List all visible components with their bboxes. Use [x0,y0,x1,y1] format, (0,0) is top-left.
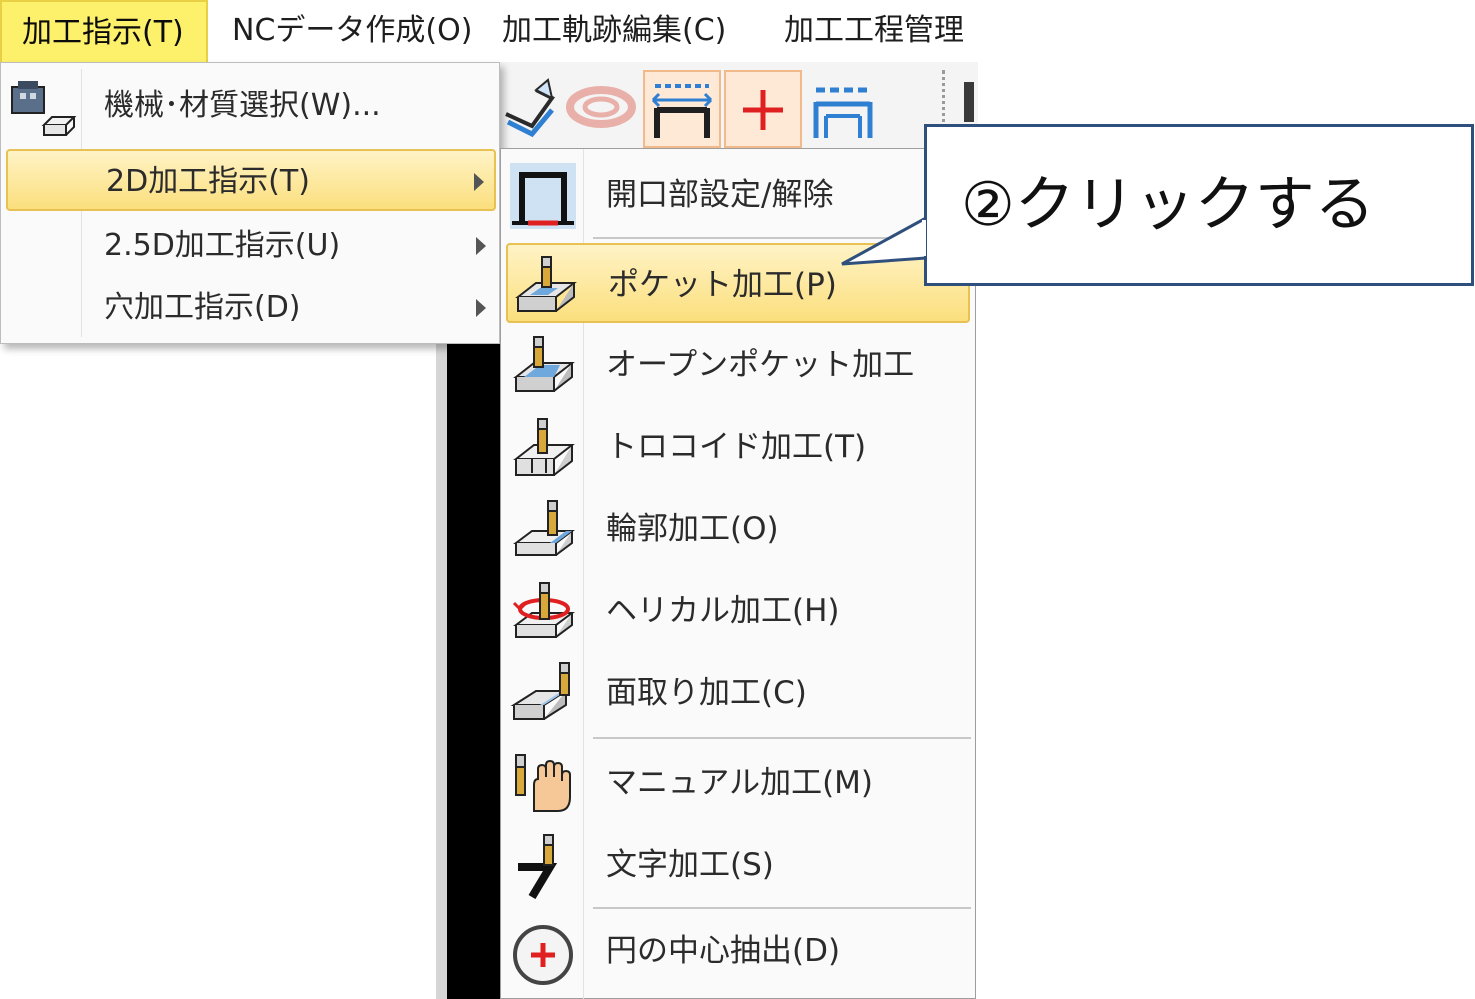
menu-item-label: 開口部設定/解除 [606,177,834,213]
drawing-canvas[interactable] [447,340,505,999]
open-pocket-icon [513,336,575,392]
callout-text: ②クリックする [961,170,1375,240]
add-cross-icon [743,90,783,130]
menu-separator [593,237,971,239]
menu-separator [593,737,971,739]
menu-item-label: 機械･材質選択(W)... [104,88,381,123]
menu-item-text-engrave[interactable]: 文字加工(S) [506,825,970,905]
circle-center-icon [513,925,573,985]
toolbar [500,62,978,153]
pocket-icon [515,256,577,312]
multi-bracket-icon [813,87,873,138]
contour-icon [513,500,575,556]
menu-item-label: ポケット加工(P) [608,267,837,303]
menu-item-machine-material[interactable]: 機械･材質選択(W)... [6,75,496,137]
2d-instruction-submenu: 開口部設定/解除 ポケット加工(P) オープンポケット加工 トロコイド加工(T)… [500,148,976,999]
menubar-item-label: 加工工程管理 [784,13,964,48]
text-engrave-icon [518,834,558,899]
menu-item-label: 2.5D加工指示(U) [104,228,341,263]
menu-item-manual[interactable]: マニュアル加工(M) [506,743,970,823]
toolbar-overflow[interactable] [964,82,974,122]
menu-item-label: マニュアル加工(M) [606,765,874,801]
menu-item-label: 円の中心抽出(D) [606,933,841,969]
toolbar-grip[interactable] [942,70,949,130]
menubar-item-machining-instruction[interactable]: 加工指示(T) [0,0,208,62]
menu-item-label: トロコイド加工(T) [606,429,867,465]
menu-item-label: ヘリカル加工(H) [606,593,840,629]
menu-separator [593,907,971,909]
menu-item-label: オープンポケット加工 [606,347,915,383]
menu-item-label: 面取り加工(C) [606,675,807,711]
opening-icon [510,163,576,229]
helical-icon [512,582,575,638]
menubar-item-label: NCデータ作成(O) [232,13,473,48]
menu-item-label: 輪郭加工(O) [606,511,779,547]
submenu-arrow-icon [476,237,486,255]
link-ring-button[interactable] [564,70,642,148]
menu-item-hole-instruction[interactable]: 穴加工指示(D) [6,277,496,339]
menu-item-contour[interactable]: 輪郭加工(O) [506,489,970,569]
menubar-item-label: 加工軌跡編集(C) [502,13,727,48]
cam-application-window: 加工指示(T) NCデータ作成(O) 加工軌跡編集(C) 加工工程管理 機械･材… [0,0,978,999]
menu-item-chamfer[interactable]: 面取り加工(C) [506,653,970,733]
menu-item-pocket[interactable]: ポケット加工(P) [506,243,970,323]
chamfer-icon [510,662,570,720]
menu-item-2-5d-instruction[interactable]: 2.5D加工指示(U) [6,215,496,277]
trochoid-icon [513,418,575,476]
submenu-arrow-icon [476,299,486,317]
add-cross-button[interactable] [724,70,802,148]
menu-item-label: 文字加工(S) [606,847,774,883]
menu-item-label: 穴加工指示(D) [104,290,301,325]
menubar-item-label: 加工指示(T) [22,15,184,50]
menu-item-circle-center[interactable]: 円の中心抽出(D) [506,911,970,991]
menu-item-trochoid[interactable]: トロコイド加工(T) [506,407,970,487]
menu-item-opening-setting[interactable]: 開口部設定/解除 [506,155,970,235]
link-ring-icon [566,86,636,128]
menu-item-helical[interactable]: ヘリカル加工(H) [506,571,970,651]
menu-item-label: 2D加工指示(T) [106,164,310,199]
multi-bracket-button[interactable] [806,70,884,148]
manual-icon [515,754,571,812]
instruction-callout: ②クリックする [924,124,1474,286]
menu-bar: 加工指示(T) NCデータ作成(O) 加工軌跡編集(C) 加工工程管理 [0,0,978,62]
menu-item-open-pocket[interactable]: オープンポケット加工 [506,325,970,405]
menubar-item-process-management[interactable]: 加工工程管理 [764,0,978,62]
menu-item-2d-instruction[interactable]: 2D加工指示(T) [6,149,496,211]
width-bracket-icon [651,84,713,138]
canvas-border [436,340,447,999]
menubar-item-toolpath-edit[interactable]: 加工軌跡編集(C) [482,0,754,62]
machine-material-icon [11,81,77,136]
machining-instruction-menu: 機械･材質選択(W)... 2D加工指示(T) 2.5D加工指示(U) 穴加工指… [0,62,500,344]
submenu-arrow-icon [474,173,484,191]
width-bracket-button[interactable] [643,70,721,148]
menubar-item-nc-data[interactable]: NCデータ作成(O) [212,0,474,62]
